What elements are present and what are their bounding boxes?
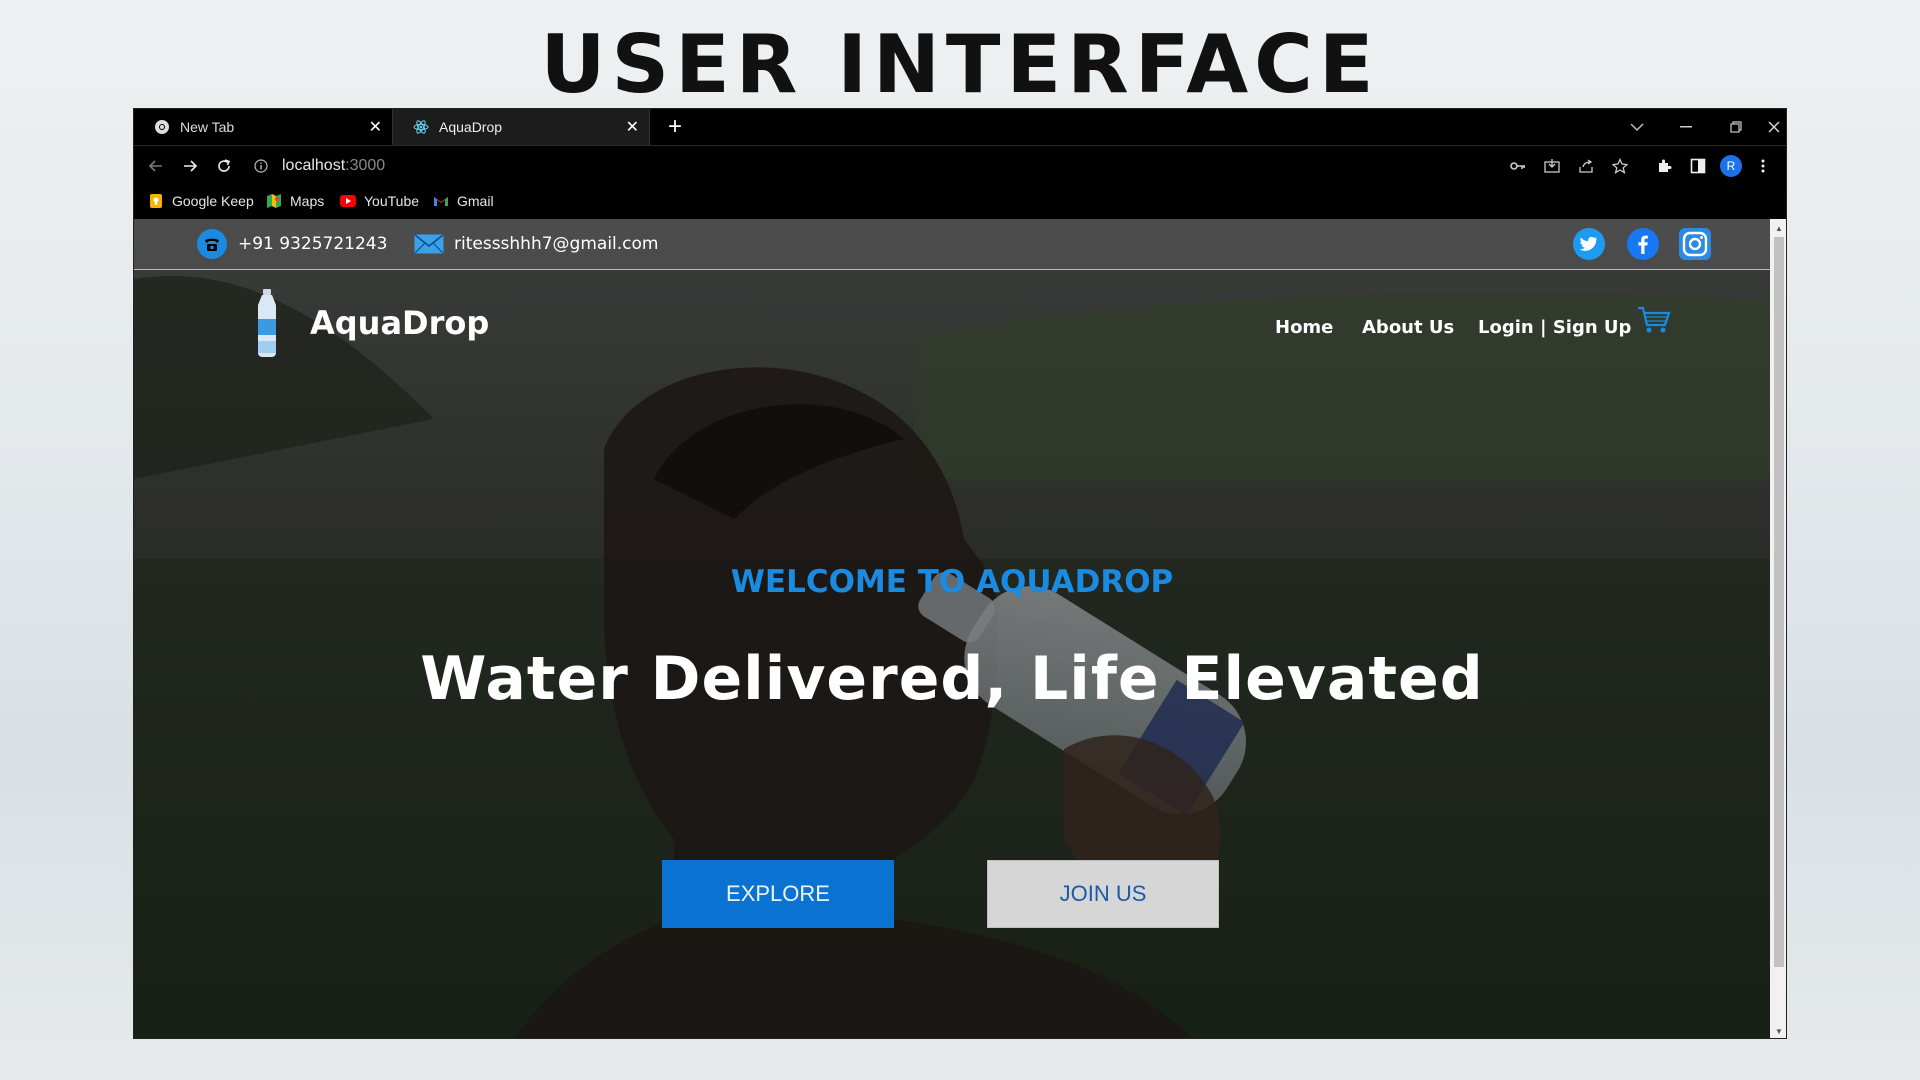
tab-search-icon[interactable] <box>1612 109 1662 145</box>
key-icon[interactable] <box>1506 154 1530 178</box>
explore-button[interactable]: EXPLORE <box>662 860 894 928</box>
install-app-icon[interactable] <box>1540 154 1564 178</box>
email-icon <box>414 234 444 254</box>
maps-icon <box>266 193 282 209</box>
extensions-icon[interactable] <box>1652 154 1676 178</box>
phone-contact[interactable]: +91 9325721243 <box>196 229 387 259</box>
url-host: localhost <box>282 157 346 174</box>
email-address: ritessshhh7@gmail.com <box>454 234 659 254</box>
browser-window: New Tab ✕ AquaDrop ✕ + localhost:3000 R… <box>133 108 1787 1039</box>
bookmark-label: Gmail <box>457 193 494 209</box>
bookmark-label: Maps <box>290 193 325 209</box>
minimize-icon[interactable] <box>1661 109 1711 145</box>
close-tab-icon[interactable]: ✕ <box>626 117 639 137</box>
instagram-icon[interactable] <box>1678 227 1712 261</box>
info-icon[interactable] <box>254 159 268 173</box>
new-tab-button[interactable]: + <box>668 113 682 141</box>
browser-toolbar: localhost:3000 R <box>134 145 1786 186</box>
tab-new-tab[interactable]: New Tab ✕ <box>134 109 392 145</box>
url-port: :3000 <box>345 157 386 174</box>
react-icon <box>413 119 429 135</box>
page-scrollbar[interactable]: ▲ ▼ <box>1770 219 1786 1038</box>
bookmark-star-icon[interactable] <box>1608 154 1632 178</box>
gmail-icon <box>433 193 449 209</box>
more-menu-icon[interactable] <box>1751 154 1775 178</box>
bookmark-label: YouTube <box>364 193 420 209</box>
bookmark-youtube[interactable]: YouTube <box>340 191 419 211</box>
tab-aquadrop[interactable]: AquaDrop ✕ <box>392 109 650 145</box>
tab-label: AquaDrop <box>439 119 503 135</box>
page-viewport: +91 9325721243 ritessshhh7@gmail.com Aqu… <box>134 219 1770 1038</box>
nav-login-signup[interactable]: Login | Sign Up <box>1478 317 1631 338</box>
close-window-icon[interactable] <box>1761 109 1786 145</box>
chrome-icon <box>154 119 170 135</box>
tab-label: New Tab <box>180 119 235 135</box>
nav-home[interactable]: Home <box>1275 317 1333 338</box>
scroll-up-arrow-icon[interactable]: ▲ <box>1770 221 1786 235</box>
tab-strip: New Tab ✕ AquaDrop ✕ + <box>134 109 1786 145</box>
scroll-down-arrow-icon[interactable]: ▼ <box>1770 1024 1786 1038</box>
scroll-thumb[interactable] <box>1774 237 1784 967</box>
profile-initial: R <box>1720 155 1742 177</box>
bookmark-maps[interactable]: Maps <box>266 191 324 211</box>
phone-icon <box>196 228 228 260</box>
profile-avatar[interactable]: R <box>1719 154 1743 178</box>
close-tab-icon[interactable]: ✕ <box>369 117 382 137</box>
bookmarks-bar: Google Keep Maps YouTube Gmail <box>134 185 1786 217</box>
bookmark-label: Google Keep <box>172 193 254 209</box>
share-icon[interactable] <box>1574 154 1598 178</box>
email-contact[interactable]: ritessshhh7@gmail.com <box>414 229 658 259</box>
address-bar[interactable]: localhost:3000 <box>254 154 385 178</box>
bookmark-gmail[interactable]: Gmail <box>433 191 494 211</box>
forward-icon[interactable] <box>178 154 202 178</box>
water-bottle-icon <box>258 289 276 357</box>
join-us-button[interactable]: JOIN US <box>987 860 1219 928</box>
youtube-icon <box>340 193 356 209</box>
brand-logo[interactable]: AquaDrop <box>254 289 489 357</box>
brand-name: AquaDrop <box>310 304 490 342</box>
cart-icon[interactable] <box>1637 305 1671 335</box>
slide-title: USER INTERFACE <box>540 18 1380 111</box>
phone-number: +91 9325721243 <box>238 234 388 254</box>
hero-kicker: WELCOME TO AQUADROP <box>730 564 1174 600</box>
hero-title: Water Delivered, Life Elevated <box>420 644 1484 714</box>
twitter-icon[interactable] <box>1572 227 1606 261</box>
facebook-icon[interactable] <box>1626 227 1660 261</box>
back-icon[interactable] <box>144 154 168 178</box>
google-keep-icon <box>148 193 164 209</box>
nav-about-us[interactable]: About Us <box>1362 317 1454 338</box>
reload-icon[interactable] <box>212 154 236 178</box>
restore-icon[interactable] <box>1711 109 1761 145</box>
bookmark-google-keep[interactable]: Google Keep <box>148 191 254 211</box>
contact-bar: +91 9325721243 ritessshhh7@gmail.com <box>134 219 1770 270</box>
side-panel-icon[interactable] <box>1686 154 1710 178</box>
